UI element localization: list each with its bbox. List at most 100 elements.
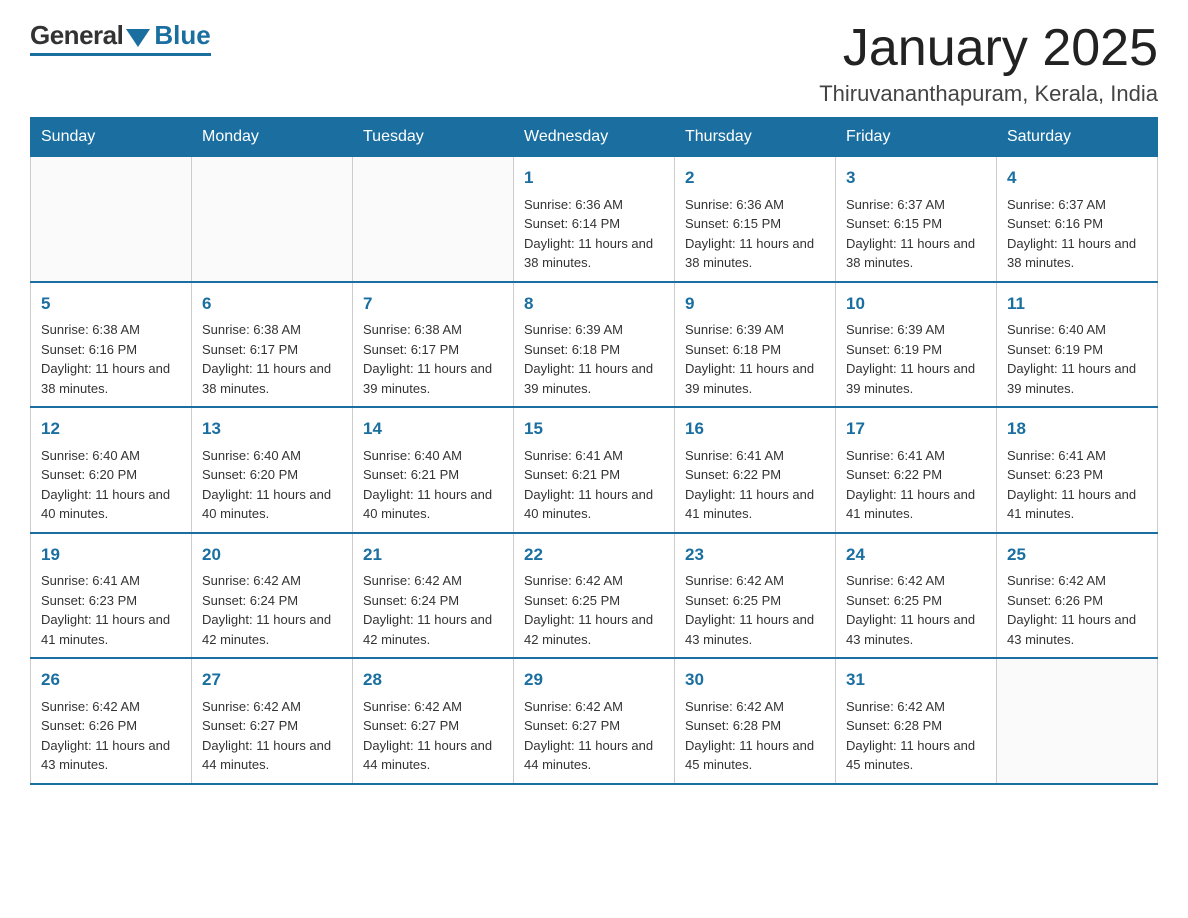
day-number: 6 [202, 291, 342, 317]
calendar-week-row: 5Sunrise: 6:38 AMSunset: 6:16 PMDaylight… [31, 282, 1158, 408]
logo-underline [30, 53, 211, 56]
day-info-line: Sunset: 6:21 PM [524, 465, 664, 485]
calendar-table: SundayMondayTuesdayWednesdayThursdayFrid… [30, 117, 1158, 785]
calendar-cell: 23 Sunrise: 6:42 AMSunset: 6:25 PMDayligh… [675, 533, 836, 659]
calendar-cell: 30Sunrise: 6:42 AMSunset: 6:28 PMDayligh… [675, 658, 836, 784]
day-info-line: Sunrise: 6:36 AM [524, 195, 664, 215]
day-info-line: Daylight: 11 hours and 40 minutes. [41, 485, 181, 524]
day-number: 25 [1007, 542, 1147, 568]
calendar-cell: 3Sunrise: 6:37 AMSunset: 6:15 PMDaylight… [836, 157, 997, 282]
day-info-line: Sunset: 6:15 PM [685, 214, 825, 234]
day-of-week-header: Thursday [675, 118, 836, 157]
day-info-line: Daylight: 11 hours and 39 minutes. [524, 359, 664, 398]
day-info-line: Sunrise: 6:42 AM [846, 697, 986, 717]
day-info-line: Sunset: 6:16 PM [1007, 214, 1147, 234]
calendar-cell: 21Sunrise: 6:42 AMSunset: 6:24 PMDayligh… [353, 533, 514, 659]
calendar-cell: 4Sunrise: 6:37 AMSunset: 6:16 PMDaylight… [997, 157, 1158, 282]
day-info-line: Daylight: 11 hours and 42 minutes. [202, 610, 342, 649]
day-info-line: Daylight: 11 hours and 43 minutes. [846, 610, 986, 649]
day-number: 14 [363, 416, 503, 442]
day-info-line: Sunset: 6:28 PM [685, 716, 825, 736]
day-info-line: Sunset: 6:22 PM [846, 465, 986, 485]
day-number: 24 [846, 542, 986, 568]
location-label: Thiruvananthapuram, Kerala, India [819, 81, 1158, 107]
day-info-line: Sunrise: 6:37 AM [1007, 195, 1147, 215]
day-number: 26 [41, 667, 181, 693]
day-info-line: Sunset: 6:18 PM [685, 340, 825, 360]
day-info-line: Sunrise: 6:42 AM [363, 697, 503, 717]
day-info-line: Sunrise: 6:41 AM [1007, 446, 1147, 466]
calendar-cell: 8Sunrise: 6:39 AMSunset: 6:18 PMDaylight… [514, 282, 675, 408]
day-of-week-header: Wednesday [514, 118, 675, 157]
day-info-line: Sunrise: 6:39 AM [685, 320, 825, 340]
calendar-cell: 26Sunrise: 6:42 AMSunset: 6:26 PMDayligh… [31, 658, 192, 784]
day-number: 18 [1007, 416, 1147, 442]
calendar-cell: 9Sunrise: 6:39 AMSunset: 6:18 PMDaylight… [675, 282, 836, 408]
day-info-line: Sunrise: 6:42 AM [524, 571, 664, 591]
title-area: January 2025 Thiruvananthapuram, Kerala,… [819, 20, 1158, 107]
day-number: 23 [685, 542, 825, 568]
day-number: 8 [524, 291, 664, 317]
calendar-cell: 5Sunrise: 6:38 AMSunset: 6:16 PMDaylight… [31, 282, 192, 408]
day-number: 28 [363, 667, 503, 693]
day-number: 31 [846, 667, 986, 693]
day-number: 9 [685, 291, 825, 317]
calendar-cell [31, 157, 192, 282]
calendar-cell: 28Sunrise: 6:42 AMSunset: 6:27 PMDayligh… [353, 658, 514, 784]
day-info-line: Sunset: 6:25 PM [846, 591, 986, 611]
day-info-line: Daylight: 11 hours and 42 minutes. [363, 610, 503, 649]
day-info-line: Daylight: 11 hours and 38 minutes. [1007, 234, 1147, 273]
day-info-line: Sunrise: 6:42 AM [202, 571, 342, 591]
calendar-cell [997, 658, 1158, 784]
calendar-cell: 24Sunrise: 6:42 AMSunset: 6:25 PMDayligh… [836, 533, 997, 659]
day-number: 3 [846, 165, 986, 191]
calendar-cell: 18 Sunrise: 6:41 AMSunset: 6:23 PMDayligh… [997, 407, 1158, 533]
day-info-line: Daylight: 11 hours and 43 minutes. [685, 610, 825, 649]
day-info-line: Daylight: 11 hours and 44 minutes. [202, 736, 342, 775]
day-number: 30 [685, 667, 825, 693]
day-number: 12 [41, 416, 181, 442]
day-info-line: Daylight: 11 hours and 38 minutes. [685, 234, 825, 273]
day-info-line: Sunrise: 6:42 AM [524, 697, 664, 717]
calendar-cell [353, 157, 514, 282]
logo-arrow-icon [126, 29, 150, 47]
day-info-line: Sunrise: 6:38 AM [363, 320, 503, 340]
day-info-line: Daylight: 11 hours and 41 minutes. [1007, 485, 1147, 524]
calendar-cell: 12Sunrise: 6:40 AMSunset: 6:20 PMDayligh… [31, 407, 192, 533]
day-info-line: Daylight: 11 hours and 41 minutes. [41, 610, 181, 649]
day-info-line: Daylight: 11 hours and 43 minutes. [1007, 610, 1147, 649]
day-info-line: Sunset: 6:15 PM [846, 214, 986, 234]
day-info-line: Daylight: 11 hours and 41 minutes. [685, 485, 825, 524]
day-info-line: Sunset: 6:25 PM [685, 591, 825, 611]
day-info-line: Sunrise: 6:42 AM [363, 571, 503, 591]
day-info-line: Sunset: 6:14 PM [524, 214, 664, 234]
day-info-line: Sunrise: 6:40 AM [202, 446, 342, 466]
page-header: General Blue January 2025 Thiruvananthap… [30, 20, 1158, 107]
day-info-line: Sunset: 6:17 PM [363, 340, 503, 360]
calendar-cell: 22Sunrise: 6:42 AMSunset: 6:25 PMDayligh… [514, 533, 675, 659]
day-info-line: Sunrise: 6:39 AM [524, 320, 664, 340]
day-info-line: Sunset: 6:21 PM [363, 465, 503, 485]
calendar-cell: 15Sunrise: 6:41 AMSunset: 6:21 PMDayligh… [514, 407, 675, 533]
calendar-cell: 11Sunrise: 6:40 AMSunset: 6:19 PMDayligh… [997, 282, 1158, 408]
day-info-line: Sunset: 6:23 PM [1007, 465, 1147, 485]
logo: General Blue [30, 20, 211, 56]
calendar-cell: 10Sunrise: 6:39 AMSunset: 6:19 PMDayligh… [836, 282, 997, 408]
day-number: 16 [685, 416, 825, 442]
day-info-line: Sunrise: 6:42 AM [1007, 571, 1147, 591]
day-info-line: Sunset: 6:19 PM [1007, 340, 1147, 360]
day-of-week-header: Saturday [997, 118, 1158, 157]
day-info-line: Sunrise: 6:42 AM [685, 571, 825, 591]
calendar-week-row: 1Sunrise: 6:36 AMSunset: 6:14 PMDaylight… [31, 157, 1158, 282]
day-info-line: Sunset: 6:16 PM [41, 340, 181, 360]
day-info-line: Daylight: 11 hours and 44 minutes. [363, 736, 503, 775]
calendar-cell: 16Sunrise: 6:41 AMSunset: 6:22 PMDayligh… [675, 407, 836, 533]
day-info-line: Sunset: 6:20 PM [202, 465, 342, 485]
day-number: 29 [524, 667, 664, 693]
day-info-line: Sunset: 6:27 PM [524, 716, 664, 736]
day-info-line: Sunrise: 6:41 AM [846, 446, 986, 466]
day-info-line: Daylight: 11 hours and 43 minutes. [41, 736, 181, 775]
calendar-cell: 6Sunrise: 6:38 AMSunset: 6:17 PMDaylight… [192, 282, 353, 408]
day-info-line: Daylight: 11 hours and 40 minutes. [363, 485, 503, 524]
day-info-line: Daylight: 11 hours and 38 minutes. [524, 234, 664, 273]
